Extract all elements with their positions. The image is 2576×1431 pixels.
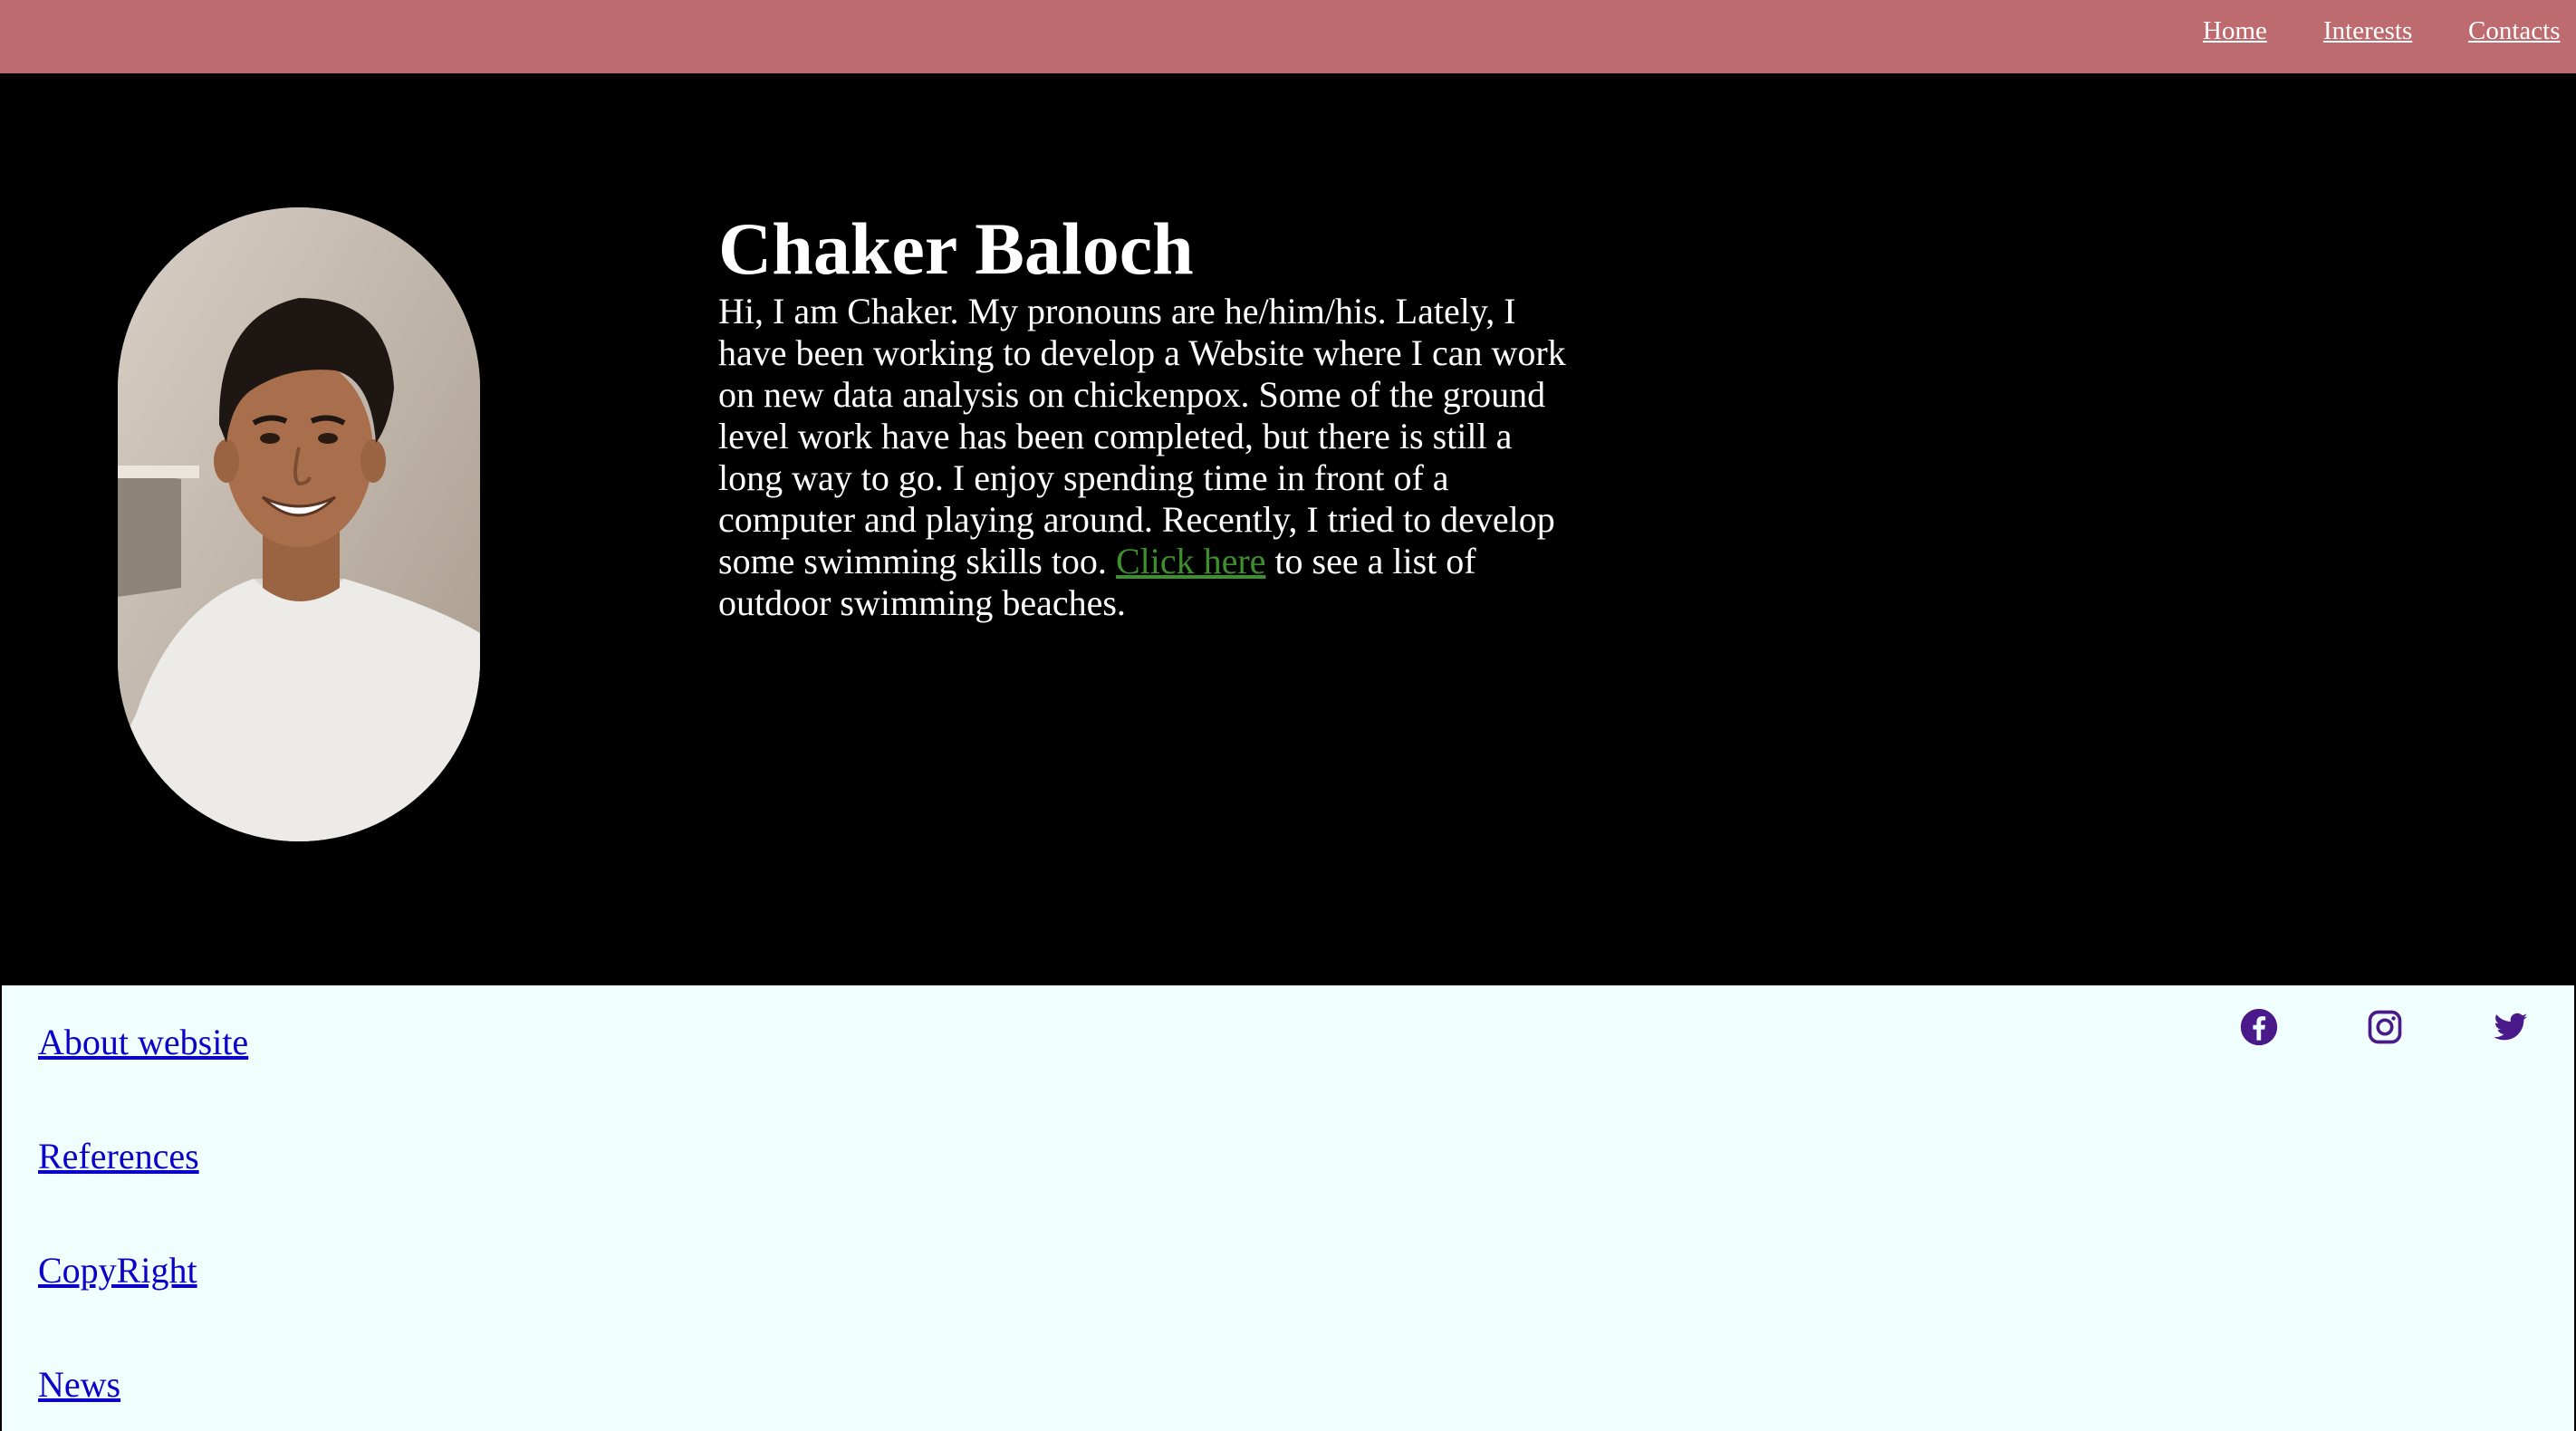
facebook-icon[interactable]: [2239, 1007, 2279, 1047]
profile-bio: Hi, I am Chaker. My pronouns are he/him/…: [718, 291, 1570, 624]
profile-name: Chaker Baloch: [718, 207, 1194, 290]
instagram-icon[interactable]: [2365, 1007, 2405, 1047]
nav-contacts-link[interactable]: Contacts: [2468, 16, 2561, 45]
footer: About website References CopyRight News: [0, 985, 2576, 1431]
nav-interests-link[interactable]: Interests: [2323, 16, 2412, 45]
nav-home-link[interactable]: Home: [2203, 16, 2267, 45]
top-nav-bar: Home Interests Contacts: [0, 0, 2576, 73]
footer-references-link[interactable]: References: [38, 1136, 199, 1177]
footer-about-website-link[interactable]: About website: [38, 1022, 248, 1063]
twitter-icon[interactable]: [2491, 1007, 2531, 1047]
footer-news-link[interactable]: News: [38, 1364, 120, 1406]
portrait-illustration: [118, 207, 480, 841]
hero-section: Chaker Baloch Hi, I am Chaker. My pronou…: [0, 73, 2576, 985]
bio-text: Hi, I am Chaker. My pronouns are he/him/…: [718, 291, 1566, 581]
footer-copyright-link[interactable]: CopyRight: [38, 1250, 197, 1292]
portrait-photo: [118, 207, 480, 841]
beaches-link[interactable]: Click here: [1116, 541, 1266, 581]
